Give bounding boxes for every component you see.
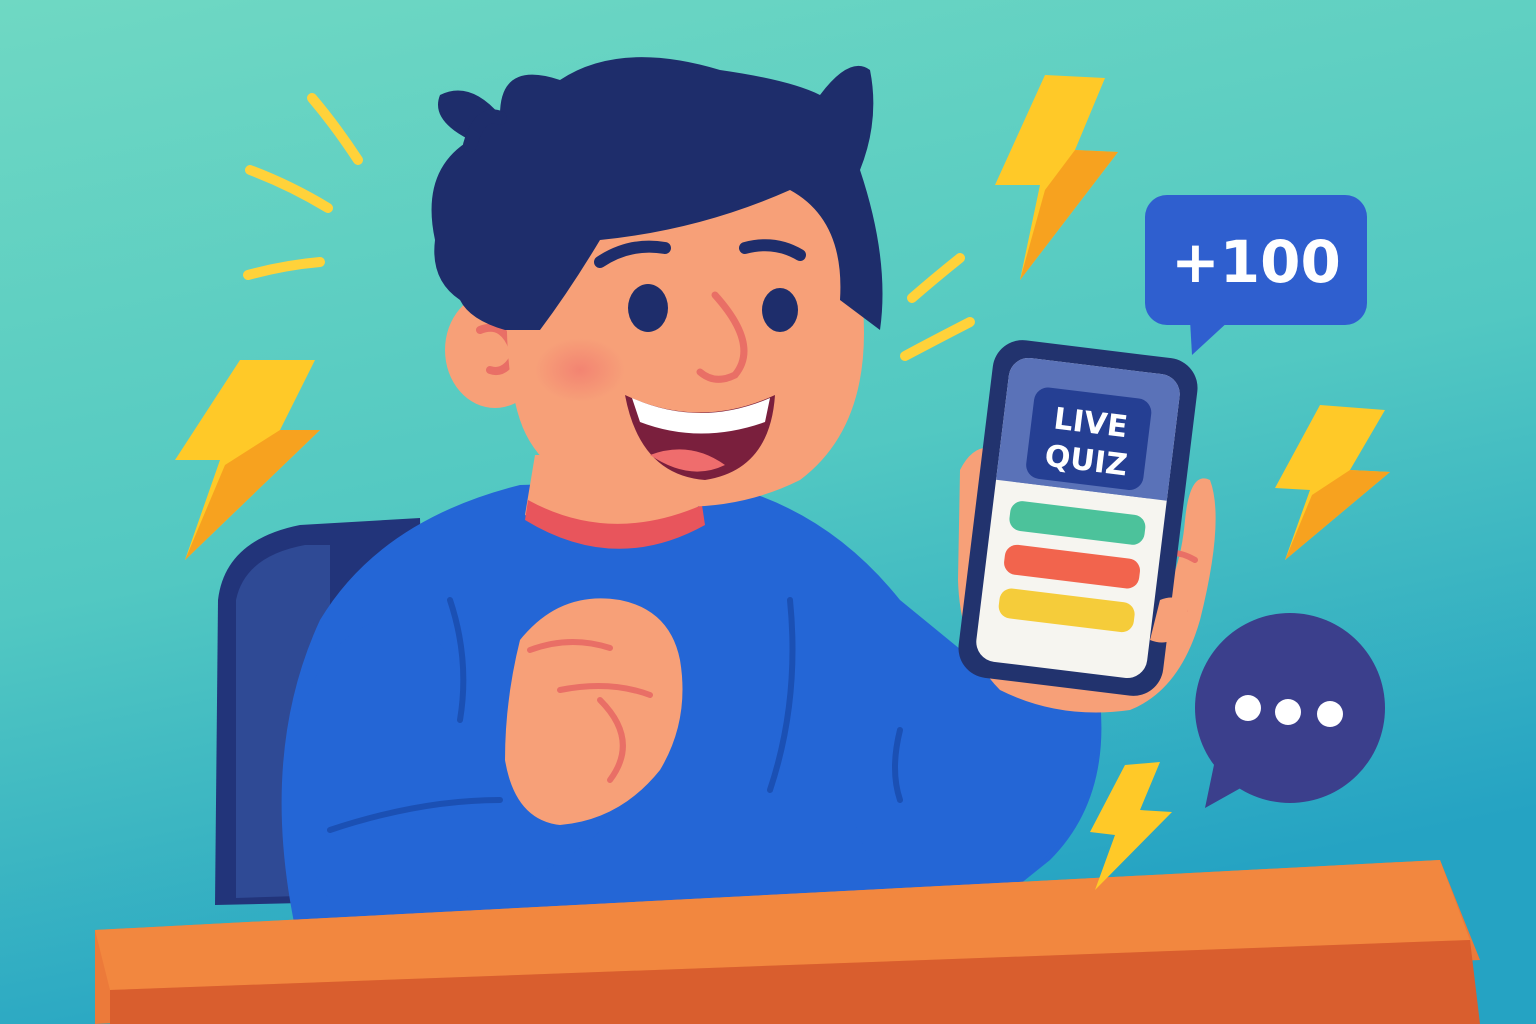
score-text: +100 — [1171, 228, 1341, 296]
phone: LIVE QUIZ — [958, 340, 1198, 696]
illustration-scene: LIVE QUIZ +100 — [0, 0, 1536, 1024]
left-eye — [628, 284, 668, 332]
right-eye — [762, 288, 798, 332]
illustration-canvas: LIVE QUIZ +100 — [0, 0, 1536, 1024]
